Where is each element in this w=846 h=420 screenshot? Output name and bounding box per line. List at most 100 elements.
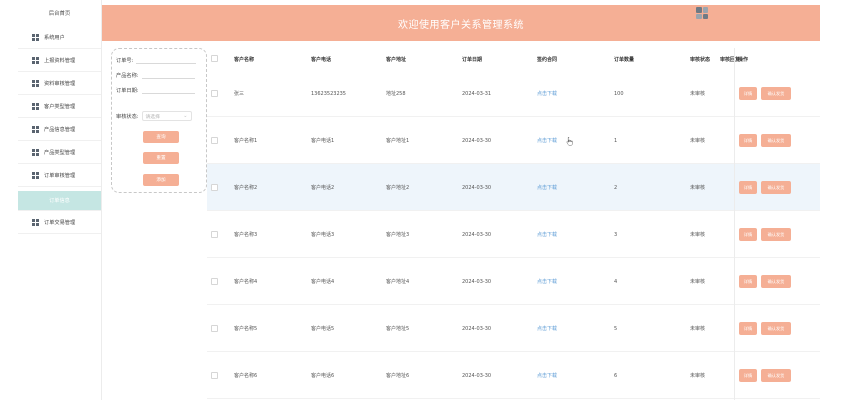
confirm-shipment-button[interactable]: 确认发货 [761, 181, 791, 194]
row-checkbox[interactable] [211, 278, 218, 285]
sidebar-item-label: 系统用户 [44, 34, 65, 41]
row-checkbox[interactable] [211, 372, 218, 379]
product-name-row: 产品名称: [116, 71, 195, 79]
detail-button[interactable]: 详情 [739, 322, 757, 335]
contract-download-link[interactable]: 点击下载 [537, 211, 557, 258]
table-row[interactable]: 客户名称2 客户电话2 客户地址2 2024-03-30 点击下载 2 未审核 详情 确认发货 [207, 164, 820, 211]
table-cell-quantity: 100 [614, 90, 624, 97]
confirm-shipment-button[interactable]: 确认发货 [761, 369, 791, 382]
select-all-checkbox[interactable] [211, 55, 218, 62]
table-cell-phone: 13623523235 [311, 90, 346, 97]
confirm-shipment-button[interactable]: 确认发货 [761, 87, 791, 100]
table-cell-address: 客户地址4 [386, 279, 410, 285]
chevron-down-icon: ⌄ [183, 113, 188, 119]
table-cell-quantity: 6 [614, 372, 618, 379]
review-status-select[interactable]: 请选择 ⌄ [141, 111, 192, 121]
detail-button[interactable]: 详情 [739, 369, 757, 382]
confirm-shipment-button[interactable]: 确认发货 [761, 134, 791, 147]
table-cell-quantity: 2 [614, 184, 618, 191]
table-cell-status: 未审核 [690, 326, 706, 332]
row-checkbox[interactable] [211, 137, 218, 144]
sidebar-item-product-info[interactable]: 产品信息管理 [18, 118, 101, 141]
sidebar-item-material-review[interactable]: 资料审核管理 [18, 72, 101, 95]
detail-button[interactable]: 详情 [739, 181, 757, 194]
order-date-row: 订单日期: [116, 86, 195, 94]
sidebar-item-label: 订单交易管理 [44, 219, 76, 226]
reset-button[interactable]: 重置 [143, 152, 179, 164]
row-checkbox[interactable] [211, 325, 218, 332]
detail-button[interactable]: 详情 [739, 134, 757, 147]
sidebar-item-label: 客户类型管理 [44, 103, 76, 110]
row-checkbox[interactable] [211, 184, 218, 191]
table-cell-quantity: 3 [614, 231, 618, 238]
sidebar-item-customer-types[interactable]: 客户类型管理 [18, 95, 101, 118]
table-cell-phone: 客户电话6 [311, 373, 335, 379]
contract-download-link[interactable]: 点击下载 [537, 258, 557, 305]
column-header: 订单日期 [462, 56, 483, 63]
review-status-label: 审核状态: [116, 113, 139, 120]
sidebar-item-label: 上报资料管理 [44, 57, 76, 64]
query-button[interactable]: 查询 [143, 131, 179, 143]
detail-button[interactable]: 详情 [739, 275, 757, 288]
contract-download-link[interactable]: 点击下载 [537, 117, 557, 164]
column-header: 审核状态 [690, 56, 711, 63]
contract-download-link[interactable]: 点击下载 [537, 352, 557, 399]
sidebar-item-system-users[interactable]: 系统用户 [18, 26, 101, 49]
sidebar-item-product-types[interactable]: 产品类型管理 [18, 141, 101, 164]
table-cell-name: 客户名称6 [234, 373, 258, 379]
table-row[interactable]: 张三 13623523235 地址258 2024-03-31 点击下载 100 未审核 详情… [207, 70, 820, 117]
sidebar-item-order-transactions[interactable]: 订单交易管理 [18, 211, 101, 234]
table-row[interactable]: 客户名称3 客户电话3 客户地址3 2024-03-30 点击下载 3 未审核 详情 确认发货 [207, 211, 820, 258]
sidebar-home[interactable]: 后台首页 [18, 0, 101, 26]
table-cell-date: 2024-03-30 [462, 137, 492, 144]
grid-icon [32, 148, 39, 156]
row-checkbox[interactable] [211, 231, 218, 238]
confirm-shipment-button[interactable]: 确认发货 [761, 322, 791, 335]
sidebar-item-report-materials[interactable]: 上报资料管理 [18, 49, 101, 72]
table-cell-date: 2024-03-30 [462, 184, 492, 191]
row-actions: 详情 确认发货 [739, 305, 795, 352]
contract-download-link[interactable]: 点击下载 [537, 164, 557, 211]
review-status-placeholder: 请选择 [145, 114, 160, 120]
detail-button[interactable]: 详情 [739, 228, 757, 241]
sidebar: 后台首页 系统用户 上报资料管理 资料审核管理 客户类型管理 产品信息管理 产品… [18, 0, 102, 400]
grid-icon [32, 79, 39, 87]
sidebar-item-order-info[interactable]: 订单信息 [18, 191, 101, 211]
table-cell-status: 未审核 [690, 232, 706, 238]
order-date-input[interactable] [141, 86, 195, 94]
contract-download-link[interactable]: 点击下载 [537, 305, 557, 352]
contract-download-link[interactable]: 点击下载 [537, 70, 557, 117]
detail-button[interactable]: 详情 [739, 87, 757, 100]
add-button[interactable]: 添加 [143, 174, 179, 186]
review-status-row: 审核状态: 请选择 ⌄ [116, 111, 192, 121]
table-cell-name: 客户名称1 [234, 138, 258, 144]
product-name-label: 产品名称: [116, 72, 139, 79]
sidebar-item-order-review[interactable]: 订单审核管理 [18, 164, 101, 187]
grid-icon [32, 171, 39, 179]
row-checkbox[interactable] [211, 90, 218, 97]
confirm-shipment-button[interactable]: 确认发货 [761, 228, 791, 241]
table-cell-date: 2024-03-30 [462, 372, 492, 379]
table-cell-name: 张三 [234, 91, 245, 97]
table-cell-address: 客户地址3 [386, 232, 410, 238]
order-no-label: 订单号: [116, 57, 134, 64]
app-logo-icon [696, 7, 708, 19]
confirm-shipment-button[interactable]: 确认发货 [761, 275, 791, 288]
table-row[interactable]: 客户名称6 客户电话6 客户地址6 2024-03-30 点击下载 6 未审核 详情 确认发货 [207, 352, 820, 399]
row-actions: 详情 确认发货 [739, 352, 795, 399]
table-cell-status: 未审核 [690, 91, 706, 97]
table-cell-date: 2024-03-30 [462, 278, 492, 285]
sidebar-item-label: 产品信息管理 [44, 126, 76, 133]
table-cell-phone: 客户电话3 [311, 232, 335, 238]
table-row[interactable]: 客户名称4 客户电话4 客户地址4 2024-03-30 点击下载 4 未审核 详情 确认发货 [207, 258, 820, 305]
order-no-input[interactable] [136, 56, 197, 64]
page-title: 欢迎使用客户关系管理系统 [398, 19, 524, 31]
table-row[interactable]: 客户名称5 客户电话5 客户地址5 2024-03-30 点击下载 5 未审核 详情 确认发货 [207, 305, 820, 352]
table-row[interactable]: 客户名称1 客户电话1 客户地址1 2024-03-30 点击下载 1 未审核 详情 确认发货 [207, 117, 820, 164]
column-header: 订单数量 [614, 56, 635, 63]
table-cell-quantity: 1 [614, 137, 618, 144]
table-cell-name: 客户名称5 [234, 326, 258, 332]
table-cell-address: 客户地址6 [386, 373, 410, 379]
product-name-input[interactable] [141, 71, 195, 79]
order-no-row: 订单号: [116, 56, 197, 64]
